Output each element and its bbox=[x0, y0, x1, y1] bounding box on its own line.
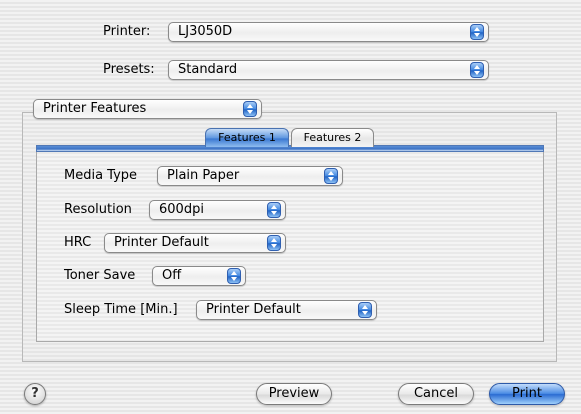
popup-arrows-icon bbox=[358, 302, 372, 318]
sleep-time-label: Sleep Time [Min.] bbox=[64, 302, 178, 317]
sleep-time-popup[interactable]: Printer Default bbox=[196, 300, 377, 320]
preview-button[interactable]: Preview bbox=[256, 383, 332, 405]
hrc-popup[interactable]: Printer Default bbox=[104, 233, 286, 253]
print-button[interactable]: Print bbox=[489, 383, 565, 405]
sleep-time-value: Printer Default bbox=[206, 302, 301, 317]
toner-save-value: Off bbox=[162, 268, 182, 283]
resolution-value: 600dpi bbox=[159, 202, 204, 217]
popup-arrows-icon bbox=[470, 62, 484, 78]
hrc-label: HRC bbox=[64, 235, 92, 250]
tab-pane-top-bar bbox=[36, 145, 544, 152]
printer-label: Printer: bbox=[103, 24, 151, 39]
cancel-button[interactable]: Cancel bbox=[398, 383, 474, 405]
resolution-popup[interactable]: 600dpi bbox=[149, 200, 286, 220]
tab-features-2[interactable]: Features 2 bbox=[291, 128, 374, 147]
media-type-value: Plain Paper bbox=[167, 168, 240, 183]
toner-save-label: Toner Save bbox=[64, 268, 136, 283]
printer-popup-value: LJ3050D bbox=[178, 24, 233, 39]
hrc-value: Printer Default bbox=[114, 235, 209, 250]
popup-arrows-icon bbox=[227, 268, 241, 284]
popup-arrows-icon bbox=[470, 24, 484, 40]
popup-arrows-icon bbox=[267, 202, 281, 218]
printer-popup[interactable]: LJ3050D bbox=[168, 22, 489, 42]
popup-arrows-icon bbox=[243, 101, 257, 117]
presets-popup[interactable]: Standard bbox=[168, 60, 489, 80]
presets-popup-value: Standard bbox=[178, 62, 238, 77]
toner-save-popup[interactable]: Off bbox=[152, 266, 246, 286]
panel-select-popup[interactable]: Printer Features bbox=[33, 99, 262, 119]
tab-features-1[interactable]: Features 1 bbox=[205, 128, 289, 147]
panel-select-value: Printer Features bbox=[43, 101, 147, 116]
media-type-label: Media Type bbox=[64, 168, 138, 183]
popup-arrows-icon bbox=[267, 235, 281, 251]
resolution-label: Resolution bbox=[64, 202, 132, 217]
help-icon[interactable]: ? bbox=[24, 383, 46, 405]
media-type-popup[interactable]: Plain Paper bbox=[157, 166, 343, 186]
presets-label: Presets: bbox=[103, 62, 155, 77]
popup-arrows-icon bbox=[324, 168, 338, 184]
